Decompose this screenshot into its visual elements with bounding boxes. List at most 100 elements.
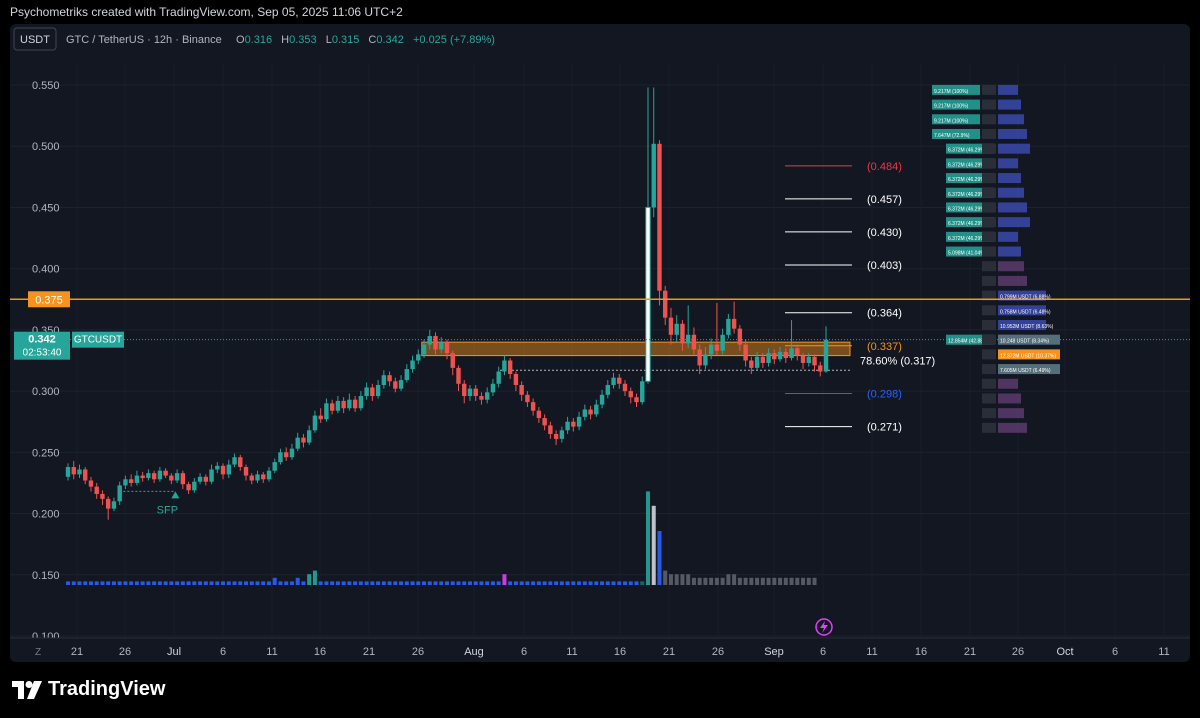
volume-bar (663, 570, 668, 585)
book-mid-cell (982, 99, 996, 110)
lightning-icon[interactable] (815, 618, 833, 636)
candle-body (611, 377, 616, 385)
currency-button-label[interactable]: USDT (20, 34, 50, 46)
book-mid-cell (982, 334, 996, 345)
volume-bar (198, 581, 203, 585)
candle-body (605, 384, 610, 395)
candle-body (232, 457, 237, 465)
volume-bar (71, 581, 76, 585)
volume-bar (335, 581, 340, 585)
candle-body (525, 394, 530, 403)
candle-body (306, 430, 312, 443)
volume-bar (479, 581, 484, 585)
y-tick-label: 0.450 (32, 202, 60, 214)
candle-body (680, 323, 685, 344)
volume-bar (536, 581, 541, 585)
book-mid-cell (982, 187, 996, 198)
candle-body (329, 403, 335, 411)
credit-text: Psychometriks created with TradingView.c… (10, 5, 403, 19)
volume-bar (289, 581, 294, 585)
volume-bar (215, 581, 220, 585)
candle-body (284, 452, 289, 458)
candlestick-chart[interactable]: (0.484) (0.457) (0.430) (0.403) (0.364) (0.33… (10, 24, 1190, 662)
tradingview-logo[interactable]: TradingView (12, 678, 165, 701)
open-value: 0.316 (245, 34, 273, 46)
volume-bar (812, 577, 817, 585)
x-tick-label: 16 (314, 646, 326, 658)
volume-bar (106, 581, 111, 585)
sfp-label: SFP (157, 504, 178, 516)
symbol-bar: USDT GTC / TetherUS · 12h · Binance O0.3… (13, 27, 495, 51)
time-axis[interactable]: Z 21 26 Jul 6 11 16 21 26 Aug 6 11 16 21 26 Sep 6 11 16 21 2… (10, 637, 1190, 662)
fib-label: (0.430) (867, 227, 902, 239)
candle-body (484, 392, 490, 400)
candle-body (117, 485, 122, 502)
candle-body (370, 387, 375, 397)
fib-label: (0.403) (867, 260, 902, 272)
book-mid-cell (982, 305, 996, 316)
candle-body (352, 399, 358, 409)
candle-body (375, 384, 381, 397)
volume-bar (284, 581, 289, 585)
candle-body (266, 470, 272, 480)
volume-bar (175, 581, 180, 585)
book-mid-cell (982, 261, 996, 272)
volume-bar (508, 581, 513, 585)
candle-body (249, 475, 254, 481)
candle-body (439, 342, 444, 350)
candle-body (88, 480, 94, 487)
volume-bar (617, 581, 622, 585)
x-tick-label: 21 (663, 646, 675, 658)
chart-panel[interactable]: (0.484) (0.457) (0.430) (0.403) (0.364) (0.33… (10, 24, 1190, 662)
candle-body (703, 354, 708, 366)
volume-bar (203, 581, 208, 585)
price-axis[interactable]: 0.5500.5000.4500.4000.3500.3000.2500.200… (32, 80, 60, 643)
candle-body (197, 476, 203, 482)
fib-label: (0.337) (867, 341, 902, 353)
volume-bar (324, 581, 329, 585)
candle-body (238, 457, 243, 468)
candle-body (180, 473, 186, 485)
candle-body (651, 143, 656, 208)
candle-body (674, 323, 679, 335)
candle-body (220, 465, 226, 475)
candle-body (381, 375, 387, 385)
candle-body (668, 317, 674, 335)
candle-body (582, 409, 588, 417)
book-label: 10.952M USDT (8.63%) (1000, 324, 1054, 330)
volume-bar (88, 581, 93, 585)
volume-bar (565, 581, 570, 585)
volume-bar (513, 581, 518, 585)
candle-body (65, 467, 71, 477)
volume-bar (318, 581, 323, 585)
volume-bar (410, 581, 415, 585)
book-label: 5.098M (41.04%) (948, 251, 987, 257)
candle-body (203, 476, 209, 482)
timezone-button[interactable]: Z (35, 647, 41, 658)
volume-bar (422, 581, 427, 585)
book-mid-cell (982, 349, 996, 360)
candle-body (565, 421, 570, 431)
volume-bar (445, 581, 449, 585)
candle-body (754, 356, 760, 368)
volume-bar (238, 581, 243, 585)
volume-bar (531, 581, 536, 585)
candle-body (731, 318, 737, 329)
volume-bar (129, 581, 134, 585)
change-value: +0.025 (+7.89%) (413, 34, 495, 46)
volume-bar (588, 581, 593, 585)
volume-bar (657, 531, 662, 585)
volume-bar (387, 581, 392, 585)
volume-bar (249, 581, 254, 585)
candle-body (341, 400, 346, 409)
volume-bar (542, 581, 547, 585)
footer: TradingView (0, 662, 1200, 718)
volume-bar (146, 581, 151, 585)
volume-bar (772, 577, 777, 585)
symbol-tag: GTCUSDT (74, 335, 122, 346)
last-price-value: 0.342 (28, 334, 56, 346)
book-label: 9.217M (100%) (934, 104, 969, 110)
volume-bar (467, 581, 472, 585)
y-tick-label: 0.400 (32, 264, 60, 276)
volume-bar (381, 581, 386, 585)
